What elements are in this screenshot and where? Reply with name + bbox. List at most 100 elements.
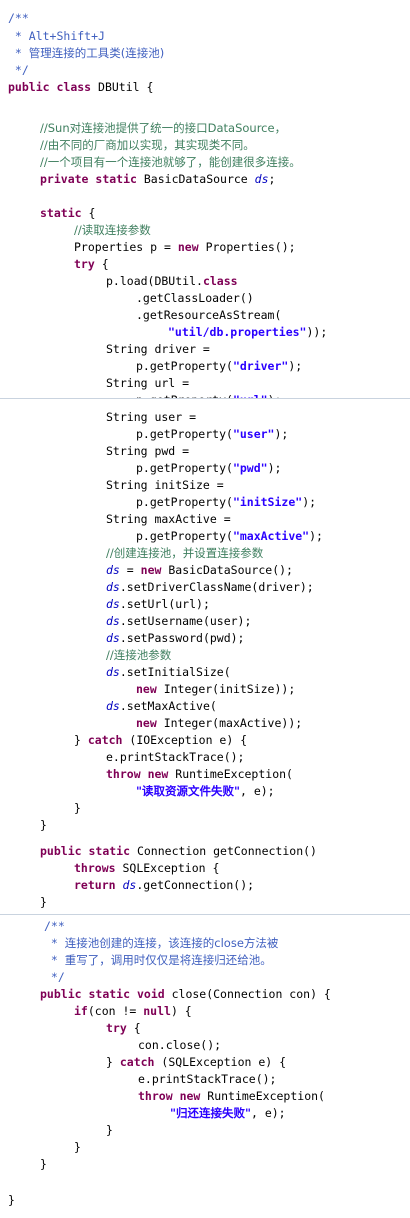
code-line: p.getProperty("maxActive"); [136, 528, 323, 544]
code-token: static [95, 172, 137, 186]
code-token: p.load(DBUtil. [106, 274, 203, 288]
code-line: ds.setMaxActive( [106, 698, 217, 714]
code-token: RuntimeException( [200, 1089, 325, 1103]
code-token: "user" [232, 427, 275, 441]
code-token: ds [254, 172, 269, 186]
code-line: p.getProperty("user"); [136, 426, 288, 442]
code-line: con.close(); [138, 1037, 221, 1053]
code-token: , e); [239, 784, 275, 798]
code-line: * 连接池创建的连接，该连接的close方法被 [44, 935, 278, 951]
code-token: class [202, 274, 238, 288]
code-token: 重写了，调用时仅仅是将连接归还给池。 [64, 953, 272, 967]
code-line: } catch (SQLException e) { [106, 1054, 286, 1070]
code-line: } catch (IOException e) { [74, 732, 247, 748]
code-line: /** [44, 918, 65, 934]
code-line: */ [8, 62, 29, 78]
code-line: "归还连接失败", e); [170, 1105, 286, 1121]
code-line: /** [8, 10, 29, 26]
code-token: "driver" [232, 359, 289, 373]
code-token: if [74, 1004, 88, 1018]
code-token: new [136, 682, 157, 696]
code-token: .setDriverClassName(driver); [119, 580, 314, 594]
code-token: e.printStackTrace(); [138, 1072, 277, 1086]
code-token: p.getProperty( [136, 495, 233, 509]
code-token: * [44, 936, 65, 950]
code-line: ds.setInitialSize( [106, 664, 231, 680]
code-line: .getClassLoader() [136, 290, 254, 306]
code-line: "util/db.properties")); [168, 324, 327, 340]
code-line: throw new RuntimeException( [138, 1088, 325, 1104]
code-token: try [74, 257, 95, 271]
code-token: .setInitialSize( [119, 665, 231, 679]
code-token: "util/db.properties" [168, 325, 307, 339]
code-line: //读取连接参数 [74, 222, 151, 238]
code-line: } [40, 1156, 47, 1172]
code-token: DBUtil { [91, 80, 154, 94]
code-snippet-class-header: /** * Alt+Shift+J * 管理连接的工具类(连接池) */ publ… [0, 0, 410, 398]
code-line: String driver = [106, 341, 210, 357]
code-line: .getResourceAsStream( [136, 307, 281, 323]
code-token: //读取连接参数 [74, 223, 151, 237]
code-token: Properties p = [74, 240, 178, 254]
code-token: * [8, 29, 29, 43]
code-token: String url = [106, 376, 190, 390]
code-line: if(con != null) { [74, 1003, 192, 1019]
code-line: } [74, 800, 81, 816]
code-token: * [44, 953, 65, 967]
code-line: public class DBUtil { [8, 79, 153, 95]
code-line: throws SQLException { [74, 860, 219, 876]
code-token: p.getProperty( [136, 359, 233, 373]
code-line: ds.setUrl(url); [106, 596, 210, 612]
code-token: SQLException { [115, 861, 220, 875]
code-token: Alt+Shift+J [28, 29, 105, 43]
code-token: { [94, 257, 109, 271]
code-line: ds.setUsername(user); [106, 613, 251, 629]
code-snippet-static-block: String user = p.getProperty("user"); Strin… [0, 399, 410, 914]
code-token: null [143, 1004, 171, 1018]
code-token: ds [106, 580, 120, 594]
code-token: throws [74, 861, 116, 875]
code-token: } [40, 818, 47, 832]
code-token: public [40, 987, 82, 1001]
code-line: //创建连接池，并设置连接参数 [106, 545, 263, 561]
code-token: p.getProperty( [136, 461, 233, 475]
code-line: p.getProperty("driver"); [136, 358, 302, 374]
code-line: ds = new BasicDataSource(); [106, 562, 293, 578]
code-token: close(Connection con) { [164, 987, 331, 1001]
code-token: )); [306, 325, 328, 339]
code-token: "归还连接失败" [170, 1106, 251, 1120]
code-line: } [40, 894, 47, 910]
code-line: e.printStackTrace(); [106, 749, 244, 765]
code-token: ds [106, 631, 120, 645]
code-token: (con != [87, 1004, 144, 1018]
code-token: (IOException e) { [122, 733, 248, 747]
code-line: } [74, 1139, 81, 1155]
code-token: static [88, 844, 131, 858]
code-token: ds [106, 665, 120, 679]
code-token: Properties(); [198, 240, 296, 254]
code-token: "maxActive" [232, 529, 310, 543]
code-token: .getConnection(); [136, 878, 255, 892]
code-token: ds [106, 597, 120, 611]
code-line: return ds.getConnection(); [74, 877, 254, 893]
code-line: String user = [106, 409, 196, 425]
code-token: } [74, 801, 81, 815]
code-token: ds [106, 563, 120, 577]
code-token: Integer(maxActive)); [156, 716, 303, 730]
code-line: */ [44, 969, 65, 985]
code-line: String maxActive = [106, 511, 231, 527]
code-token: */ [44, 970, 65, 984]
code-line: //连接池参数 [106, 647, 171, 663]
code-token: //由不同的厂商加以实现，其实现类不同。 [40, 138, 255, 152]
code-token: //一个项目有一个连接池就够了，能创建很多连接。 [40, 155, 301, 169]
code-token: } [106, 1123, 113, 1137]
code-token: p.getProperty( [136, 427, 233, 441]
code-token: void [136, 987, 165, 1001]
code-token: catch [87, 733, 123, 747]
code-line: public static Connection getConnection() [40, 843, 317, 859]
code-token: ) { [170, 1004, 192, 1018]
code-line: new Integer(initSize)); [136, 681, 295, 697]
code-token: , e); [250, 1106, 286, 1120]
code-token: Connection getConnection() [130, 844, 317, 858]
code-token: public [40, 844, 82, 858]
